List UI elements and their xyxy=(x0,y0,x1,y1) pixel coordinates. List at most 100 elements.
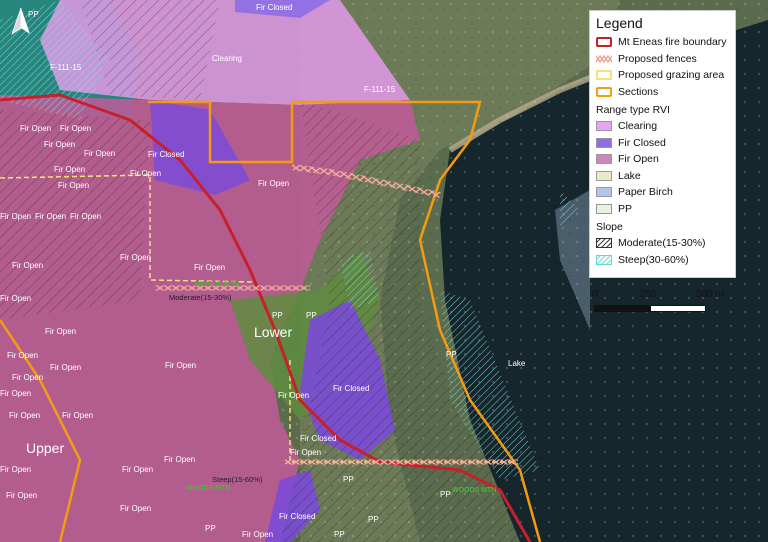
label-fir-open: Fir Open xyxy=(0,294,31,303)
legend-item-fire-boundary: Mt Eneas fire boundary xyxy=(596,34,729,51)
label-fir-open: Fir Open xyxy=(70,212,101,221)
legend-range-label: PP xyxy=(618,202,633,215)
lake-swatch xyxy=(596,170,612,181)
label-moderate-slope: Moderate(15-30%) xyxy=(169,293,232,302)
legend-range-label: Clearing xyxy=(618,120,658,133)
scale-label-250: 250 xyxy=(640,289,657,300)
legend-slope-label: Steep(30-60%) xyxy=(618,253,689,266)
label-fir-open: Fir Open xyxy=(12,261,43,270)
steep-slope-swatch xyxy=(596,254,612,265)
pp-swatch xyxy=(596,203,612,214)
label-woods-mtn: WOODS MTN xyxy=(195,281,239,288)
legend-item-label: Mt Eneas fire boundary xyxy=(618,36,727,49)
label-fir-open: Fir Open xyxy=(120,253,151,262)
label-woods-mtn: WOODS MTN xyxy=(186,485,230,492)
label-fir-closed: Fir Closed xyxy=(279,512,315,521)
legend-slope-label: Moderate(15-30%) xyxy=(618,237,706,250)
legend-range-label: Fir Open xyxy=(618,153,659,166)
legend-slope-steep: Steep(30-60%) xyxy=(596,252,729,269)
label-parcel: F-111-15 xyxy=(364,85,396,94)
fir-open-swatch xyxy=(596,154,612,165)
legend-range-label: Fir Closed xyxy=(618,136,666,149)
label-fir-open: Fir Open xyxy=(130,169,161,178)
label-pp: PP xyxy=(368,515,379,524)
legend-range-fir-open: Fir Open xyxy=(596,151,729,168)
label-fir-open: Fir Open xyxy=(0,212,31,221)
label-fir-open: Fir Open xyxy=(290,448,321,457)
label-fir-open: Fir Open xyxy=(258,179,289,188)
label-pp: PP xyxy=(334,530,345,539)
legend-item-sections: Sections xyxy=(596,84,729,101)
label-fir-open: Fir Open xyxy=(120,504,151,513)
fir-closed-swatch xyxy=(596,137,612,148)
label-fir-open: Fir Open xyxy=(45,327,76,336)
label-pp: PP xyxy=(28,10,39,19)
legend-item-label: Sections xyxy=(618,85,659,98)
label-fir-open: Fir Open xyxy=(7,351,38,360)
label-fir-open: Fir Open xyxy=(50,363,81,372)
label-fir-open: Fir Open xyxy=(278,391,309,400)
label-steep-slope: Steep(15-60%) xyxy=(212,475,263,484)
legend-range-lake: Lake xyxy=(596,168,729,185)
label-clearing: Clearing xyxy=(212,54,242,63)
label-pp: PP xyxy=(272,311,283,320)
legend-range-pp: PP xyxy=(596,201,729,218)
label-fir-open: Fir Open xyxy=(35,212,66,221)
label-fir-open: Fir Open xyxy=(54,165,85,174)
label-fir-open: Fir Open xyxy=(44,140,75,149)
moderate-slope-swatch xyxy=(596,238,612,249)
region-label-lower: Lower xyxy=(254,324,292,340)
label-fir-open: Fir Open xyxy=(0,389,31,398)
paper-birch-swatch xyxy=(596,187,612,198)
label-pp: PP xyxy=(205,524,216,533)
fire-boundary-swatch xyxy=(596,37,612,48)
scale-bar: 0 250 500 m xyxy=(592,289,736,319)
legend-item-grazing-area: Proposed grazing area xyxy=(596,67,729,84)
legend-slope-moderate: Moderate(15-30%) xyxy=(596,235,729,252)
label-fir-open: Fir Open xyxy=(62,411,93,420)
scale-segment-light xyxy=(650,305,706,312)
label-fir-open: Fir Open xyxy=(84,149,115,158)
label-fir-open: Fir Open xyxy=(165,361,196,370)
legend-item-proposed-fences: Proposed fences xyxy=(596,51,729,68)
clearing-swatch xyxy=(596,121,612,132)
legend-range-label: Lake xyxy=(618,169,641,182)
label-fir-closed: Fir Closed xyxy=(300,434,336,443)
label-fir-open: Fir Open xyxy=(194,263,225,272)
grazing-area-swatch xyxy=(596,70,612,81)
label-pp: PP xyxy=(440,490,451,499)
fence-swatch xyxy=(596,54,612,64)
label-fir-open: Fir Open xyxy=(20,124,51,133)
label-pp: PP xyxy=(446,350,457,359)
legend-item-label: Proposed fences xyxy=(618,52,697,65)
label-fir-open: Fir Open xyxy=(0,465,31,474)
legend-slope-title: Slope xyxy=(596,221,623,233)
legend-range-label: Paper Birch xyxy=(618,186,673,199)
legend-panel: Legend Mt Eneas fire boundary Proposed f… xyxy=(589,10,736,278)
legend-title: Legend xyxy=(596,15,643,31)
region-label-upper: Upper xyxy=(26,440,64,456)
label-pp: PP xyxy=(306,311,317,320)
label-fir-closed: Fir Closed xyxy=(148,150,184,159)
label-pp: PP xyxy=(343,475,354,484)
sections-swatch xyxy=(596,86,612,97)
legend-range-clearing: Clearing xyxy=(596,118,729,135)
label-fir-open: Fir Open xyxy=(9,411,40,420)
legend-range-type-title: Range type RVI xyxy=(596,104,670,116)
scale-segment-dark xyxy=(594,305,650,312)
label-lake: Lake xyxy=(508,359,526,368)
label-fir-open: Fir Open xyxy=(122,465,153,474)
label-parcel: F-111-15 xyxy=(50,63,82,72)
legend-range-paper-birch: Paper Birch xyxy=(596,184,729,201)
label-fir-open: Fir Open xyxy=(12,373,43,382)
label-fir-open: Fir Open xyxy=(58,181,89,190)
label-fir-open: Fir Open xyxy=(60,124,91,133)
label-fir-closed: Fir Closed xyxy=(333,384,369,393)
scale-label-0: 0 xyxy=(592,289,598,300)
label-fir-closed: Fir Closed xyxy=(256,3,292,12)
label-fir-open: Fir Open xyxy=(242,530,273,539)
label-fir-open: Fir Open xyxy=(164,455,195,464)
label-fir-open: Fir Open xyxy=(6,491,37,500)
label-woods-mtn: WOODS MTN xyxy=(452,487,496,494)
legend-item-label: Proposed grazing area xyxy=(618,69,725,82)
